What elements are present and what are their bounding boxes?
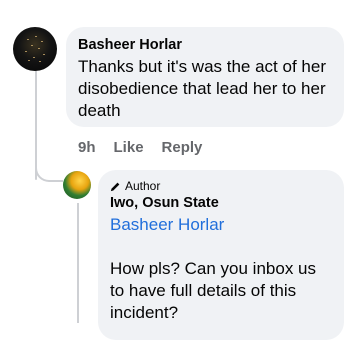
avatar[interactable] bbox=[13, 27, 57, 71]
thread-connector bbox=[35, 160, 63, 182]
comment-timestamp[interactable]: 9h bbox=[78, 139, 96, 156]
author-badge: Author bbox=[110, 178, 332, 194]
reply-button[interactable]: Reply bbox=[162, 139, 203, 156]
reply-bubble: Author Iwo, Osun State Basheer Horlar Ho… bbox=[98, 170, 344, 340]
comment-actions: 9h Like Reply bbox=[78, 137, 202, 157]
reply-avatar[interactable] bbox=[63, 171, 91, 199]
reply-thread-line bbox=[77, 203, 79, 323]
reply-author[interactable]: Iwo, Osun State bbox=[110, 194, 332, 212]
author-badge-label: Author bbox=[125, 179, 161, 193]
mention-link[interactable]: Basheer Horlar bbox=[110, 214, 332, 236]
reply-text: How pls? Can you inbox us to have full d… bbox=[110, 259, 317, 322]
comment-author[interactable]: Basheer Horlar bbox=[78, 36, 332, 54]
like-button[interactable]: Like bbox=[114, 139, 144, 156]
comment-bubble: Basheer Horlar Thanks but it's was the a… bbox=[66, 27, 344, 127]
pencil-icon bbox=[110, 182, 120, 191]
comment-text: Thanks but it's was the act of her disob… bbox=[78, 57, 326, 120]
